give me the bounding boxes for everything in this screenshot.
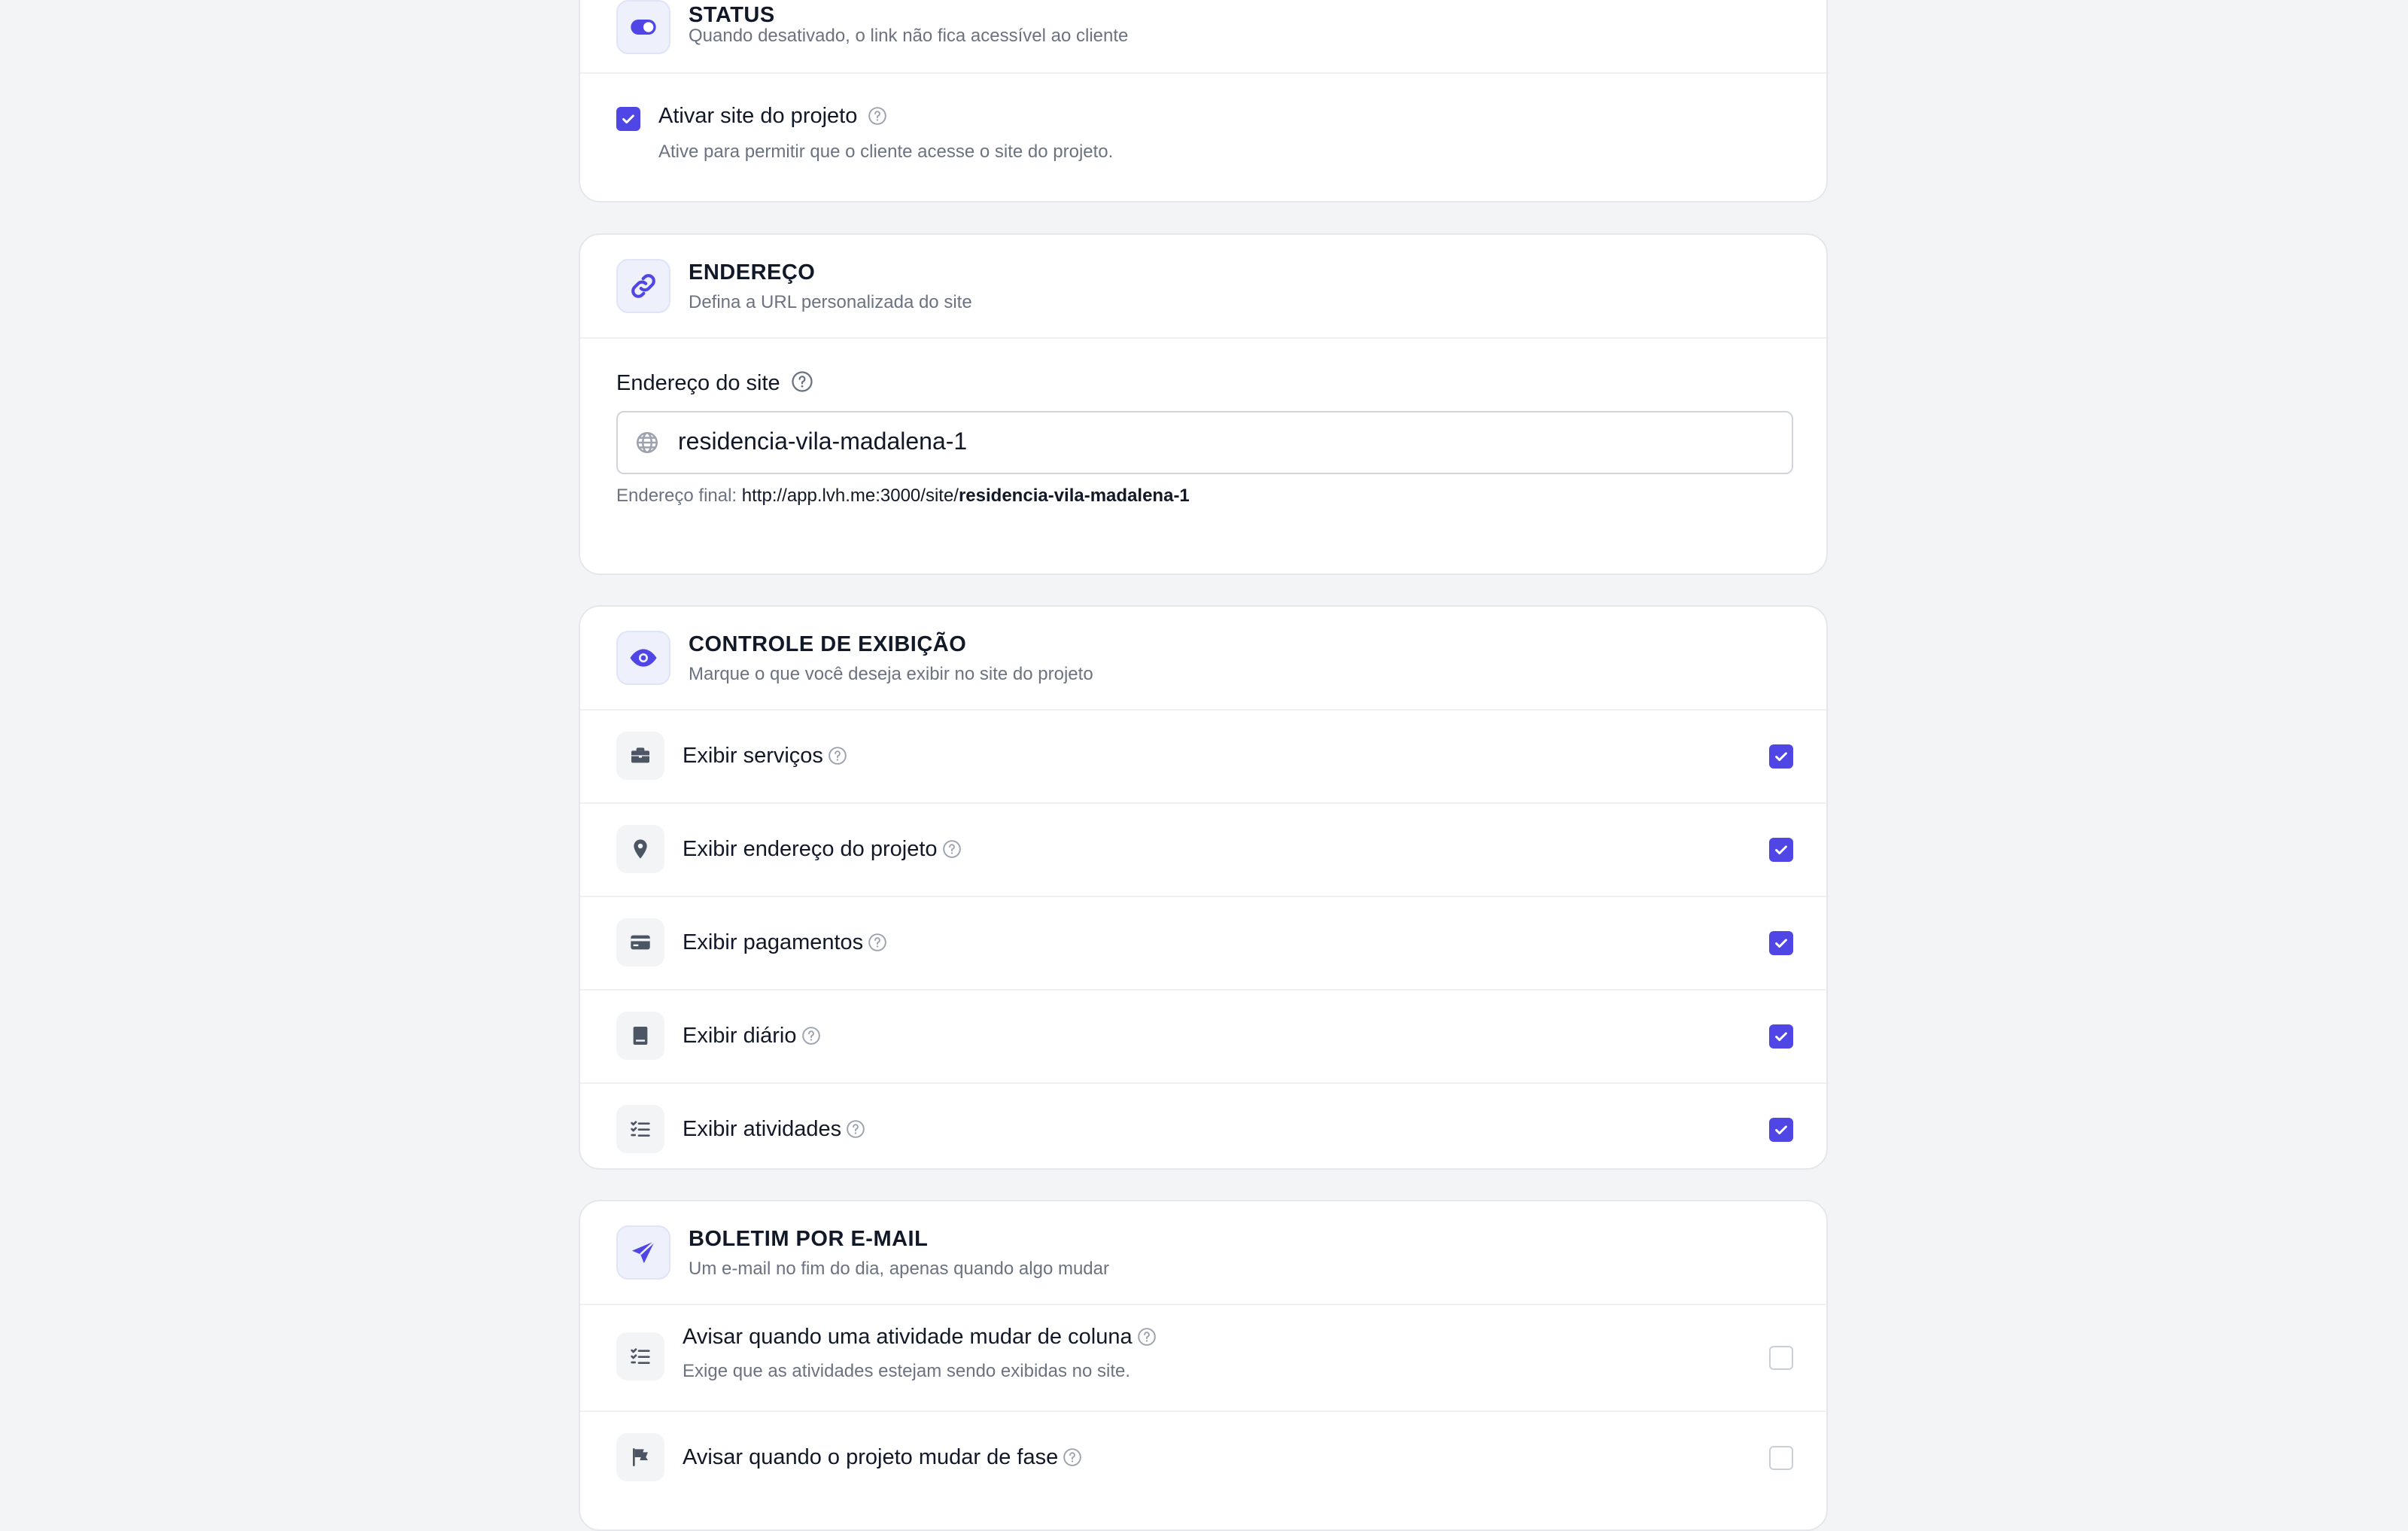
display-title: CONTROLE DE EXIBIÇÃO (689, 632, 967, 656)
display-item-services-label-wrap: Exibir serviços (683, 744, 847, 769)
credit-card-icon (616, 918, 664, 966)
diary-checkbox[interactable] (1769, 1024, 1793, 1049)
checklist-icon (616, 1105, 664, 1153)
eye-icon (616, 631, 670, 685)
services-checkbox[interactable] (1769, 744, 1793, 769)
display-item-label: Exibir endereço do projeto (683, 837, 938, 861)
display-item-activities-label-wrap: Exibir atividades (683, 1117, 865, 1142)
display-item-payments-label-wrap: Exibir pagamentos (683, 930, 887, 955)
email-item-hint: Exige que as atividades estejam sendo ex… (683, 1361, 1131, 1381)
help-icon[interactable] (801, 1026, 821, 1046)
display-control-card: CONTROLE DE EXIBIÇÃO Marque o que você d… (579, 605, 1828, 1170)
email-subtitle: Um e-mail no fim do dia, apenas quando a… (689, 1259, 1109, 1279)
project-phase-checkbox[interactable] (1769, 1446, 1793, 1470)
display-item-label: Exibir atividades (683, 1117, 842, 1141)
final-address-slug: residencia-vila-madalena-1 (958, 485, 1190, 506)
display-subtitle: Marque o que você deseja exibir no site … (689, 664, 1093, 684)
display-item-activities[interactable]: Exibir atividades (580, 1084, 1826, 1168)
help-icon[interactable] (942, 839, 962, 859)
activate-site-label[interactable]: Ativar site do projeto (658, 104, 857, 128)
help-icon[interactable] (1137, 1327, 1157, 1347)
display-item-payments[interactable]: Exibir pagamentos (580, 897, 1826, 991)
display-item-address[interactable]: Exibir endereço do projeto (580, 804, 1826, 897)
display-item-label: Exibir serviços (683, 744, 823, 768)
email-item-label: Avisar quando o projeto mudar de fase (683, 1445, 1059, 1469)
globe-icon (636, 431, 658, 454)
paper-plane-icon (616, 1225, 670, 1280)
address-title: ENDEREÇO (689, 260, 816, 285)
display-card-header: CONTROLE DE EXIBIÇÃO Marque o que você d… (580, 607, 1826, 711)
display-item-diary[interactable]: Exibir diário (580, 991, 1826, 1084)
book-icon (616, 1012, 664, 1060)
email-card-header: BOLETIM POR E-MAIL Um e-mail no fim do d… (580, 1201, 1826, 1305)
help-icon[interactable] (791, 370, 813, 393)
map-pin-icon (616, 825, 664, 873)
help-icon[interactable] (846, 1119, 865, 1139)
final-address-label: Endereço final: (616, 485, 737, 506)
help-icon[interactable] (1063, 1447, 1082, 1467)
email-bulletin-card: BOLETIM POR E-MAIL Um e-mail no fim do d… (579, 1200, 1828, 1531)
payments-checkbox[interactable] (1769, 931, 1793, 955)
final-address: Endereço final: http://app.lvh.me:3000/s… (616, 485, 1190, 507)
activity-column-checkbox[interactable] (1769, 1346, 1793, 1370)
address-subtitle: Defina a URL personalizada do site (689, 292, 972, 312)
display-item-address-label-wrap: Exibir endereço do projeto (683, 837, 962, 862)
status-subtitle: Quando desativado, o link não fica acess… (689, 26, 1129, 46)
link-icon (616, 259, 670, 313)
status-card-header: STATUS Quando desativado, o link não fic… (580, 0, 1826, 74)
toggle-icon (616, 0, 670, 54)
email-item-project-phase[interactable]: Avisar quando o projeto mudar de fase (580, 1412, 1826, 1504)
site-address-input[interactable]: residencia-vila-madalena-1 (678, 428, 967, 455)
checklist-icon (616, 1332, 664, 1380)
project-address-checkbox[interactable] (1769, 838, 1793, 862)
address-card-header: ENDEREÇO Defina a URL personalizada do s… (580, 235, 1826, 339)
display-item-label: Exibir diário (683, 1024, 797, 1048)
flag-icon (616, 1433, 664, 1481)
display-item-label: Exibir pagamentos (683, 930, 864, 954)
site-address-label: Endereço do site (616, 371, 780, 395)
status-card: STATUS Quando desativado, o link não fic… (579, 0, 1828, 202)
site-address-field[interactable]: residencia-vila-madalena-1 (616, 411, 1793, 474)
help-icon[interactable] (828, 746, 847, 766)
address-card: ENDEREÇO Defina a URL personalizada do s… (579, 233, 1828, 575)
activate-site-label-row: Ativar site do projeto (658, 104, 887, 129)
activities-checkbox[interactable] (1769, 1118, 1793, 1142)
display-item-services[interactable]: Exibir serviços (580, 711, 1826, 804)
email-item-activity-label-wrap: Avisar quando uma atividade mudar de col… (683, 1325, 1157, 1350)
email-item-phase-label-wrap: Avisar quando o projeto mudar de fase (683, 1445, 1082, 1470)
email-item-label: Avisar quando uma atividade mudar de col… (683, 1325, 1133, 1349)
email-title: BOLETIM POR E-MAIL (689, 1227, 929, 1251)
help-icon[interactable] (868, 933, 887, 952)
final-address-base: http://app.lvh.me:3000/site/ (741, 485, 959, 506)
email-item-activity-column[interactable]: Avisar quando uma atividade mudar de col… (580, 1305, 1826, 1412)
display-item-diary-label-wrap: Exibir diário (683, 1024, 821, 1049)
activate-site-checkbox[interactable] (616, 107, 640, 131)
site-address-label-row: Endereço do site (616, 370, 813, 396)
briefcase-icon (616, 732, 664, 780)
activate-site-hint: Ative para permitir que o cliente acesse… (658, 142, 1114, 162)
help-icon[interactable] (868, 106, 887, 126)
status-title: STATUS (689, 3, 775, 27)
